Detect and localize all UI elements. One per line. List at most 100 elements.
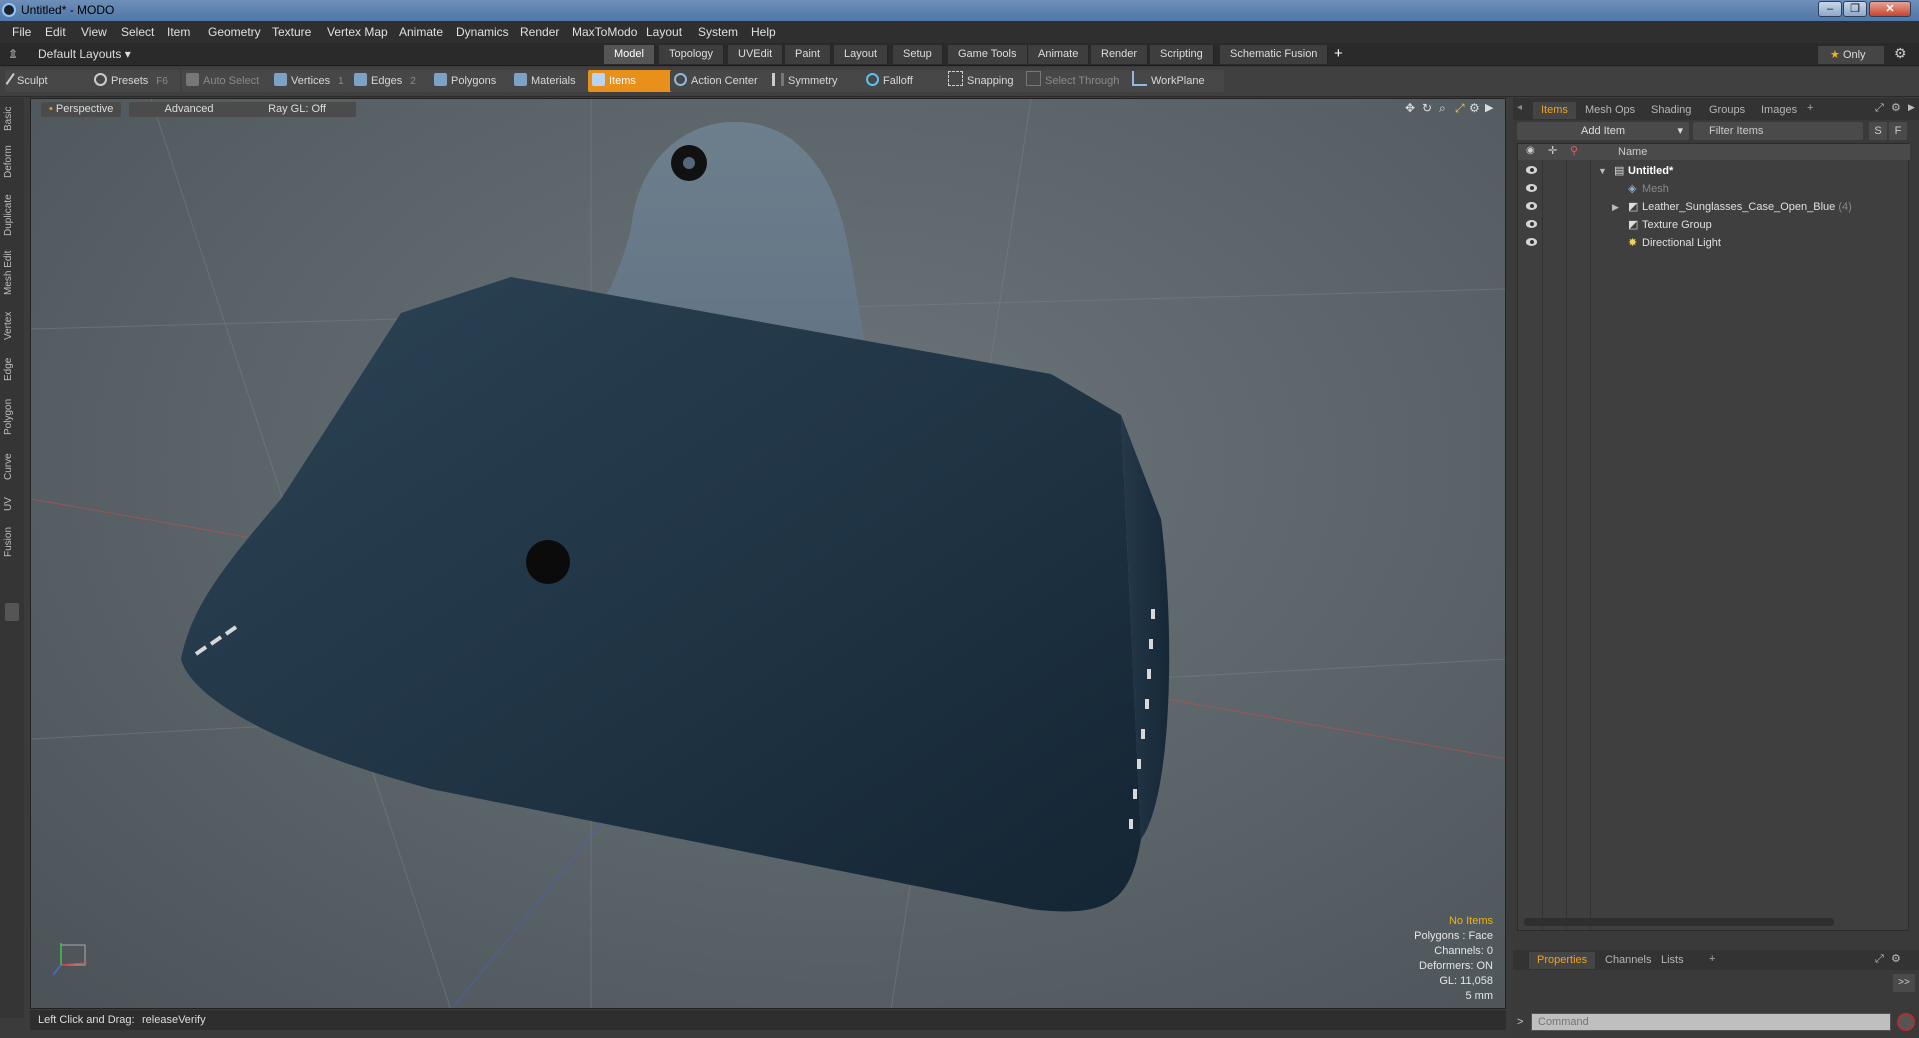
auto-select-button[interactable]: Auto Select	[182, 70, 276, 92]
tab-items[interactable]: Items	[1533, 102, 1576, 119]
add-panel-tab-button[interactable]: +	[1807, 102, 1813, 114]
tab-setup[interactable]: Setup	[893, 45, 943, 64]
menu-render[interactable]: Render	[520, 25, 559, 39]
tab-animate[interactable]: Animate	[1028, 45, 1090, 64]
minimize-button[interactable]: –	[1818, 1, 1842, 17]
name-column-header[interactable]: Name	[1618, 146, 1647, 158]
zoom-icon[interactable]: ⌕	[1439, 101, 1446, 116]
maximize-button[interactable]: ❐	[1843, 1, 1867, 17]
visibility-eye-icon[interactable]	[1526, 184, 1537, 192]
visibility-eye-icon[interactable]	[1526, 202, 1537, 210]
visibility-eye-icon[interactable]	[1526, 166, 1537, 174]
sculpt-button[interactable]: Sculpt	[5, 70, 95, 92]
materials-button[interactable]: Materials	[510, 70, 590, 92]
palette-toggle[interactable]	[5, 603, 19, 621]
panel-gear-icon[interactable]: ⚙	[1891, 101, 1901, 114]
filter-f-button[interactable]: F	[1889, 122, 1907, 140]
expand-arrow-icon[interactable]: ▶	[1612, 198, 1619, 216]
filter-items-input[interactable]: Filter Items	[1693, 122, 1863, 140]
tab-shading[interactable]: Shading	[1643, 102, 1699, 119]
tab-mesh-ops[interactable]: Mesh Ops	[1577, 102, 1643, 119]
vertices-button[interactable]: Vertices 1	[270, 70, 360, 92]
vtab-edge[interactable]: Edge	[3, 354, 20, 384]
tree-row-mesh[interactable]: ◈ Mesh	[1518, 180, 1918, 198]
polygons-button[interactable]: Polygons	[430, 70, 510, 92]
panel-arrow-icon[interactable]: ▶	[1908, 102, 1915, 113]
vtab-uv[interactable]: UV	[3, 494, 20, 514]
tab-game-tools[interactable]: Game Tools	[948, 45, 1028, 64]
panel-expand-icon[interactable]: ⤢	[1875, 102, 1884, 115]
tab-render[interactable]: Render	[1091, 45, 1149, 64]
raygl-toggle[interactable]: Ray GL: Off	[238, 102, 356, 117]
pan-icon[interactable]: ✥	[1405, 101, 1415, 115]
viewport-gear-icon[interactable]: ⚙	[1469, 101, 1480, 115]
add-properties-tab-button[interactable]: +	[1709, 953, 1715, 965]
horizontal-scrollbar[interactable]	[1524, 918, 1834, 926]
vtab-polygon[interactable]: Polygon	[3, 394, 20, 440]
collapse-arrow-icon[interactable]: ▼	[1598, 162, 1607, 180]
menu-select[interactable]: Select	[121, 25, 154, 39]
menu-vertex-map[interactable]: Vertex Map	[327, 25, 388, 39]
only-toggle[interactable]: ★ Only	[1818, 46, 1884, 64]
layout-switch-icon[interactable]: ⇭	[8, 47, 18, 61]
menu-dynamics[interactable]: Dynamics	[456, 25, 509, 39]
vtab-basic[interactable]: Basic	[3, 104, 20, 134]
tree-row-scene[interactable]: ▼ ▤ Untitled*	[1518, 162, 1918, 180]
select-through-button[interactable]: Select Through	[1022, 70, 1132, 92]
workplane-button[interactable]: WorkPlane	[1128, 70, 1224, 92]
edges-button[interactable]: Edges 2	[350, 70, 440, 92]
menu-layout[interactable]: Layout	[646, 25, 682, 39]
vtab-fusion[interactable]: Fusion	[3, 524, 20, 560]
tab-lists[interactable]: Lists	[1653, 952, 1692, 969]
maximize-view-icon[interactable]: ⤢	[1455, 101, 1465, 116]
view-mode-dropdown[interactable]: • Perspective	[41, 102, 122, 117]
tab-schematic-fusion[interactable]: Schematic Fusion	[1220, 45, 1329, 64]
tab-paint[interactable]: Paint	[785, 45, 832, 64]
menu-geometry[interactable]: Geometry	[208, 25, 261, 39]
presets-button[interactable]: Presets F6	[90, 70, 180, 92]
menu-maxtomodo[interactable]: MaxToModo	[572, 25, 637, 39]
tree-row-texture-group[interactable]: ◩ Texture Group	[1518, 216, 1918, 234]
menu-texture[interactable]: Texture	[272, 25, 311, 39]
vtab-duplicate[interactable]: Duplicate	[3, 192, 20, 238]
vtab-mesh-edit[interactable]: Mesh Edit	[3, 248, 20, 298]
properties-expand-icon[interactable]: ⤢	[1875, 953, 1884, 966]
visibility-eye-icon[interactable]	[1526, 238, 1537, 246]
menu-system[interactable]: System	[698, 25, 738, 39]
tree-row-leather-case[interactable]: ▶ ◩ Leather_Sunglasses_Case_Open_Blue (4…	[1518, 198, 1918, 216]
tab-uvedit[interactable]: UVEdit	[728, 45, 784, 64]
tab-channels[interactable]: Channels	[1597, 952, 1659, 969]
viewport-3d[interactable]: • Perspective Advanced Ray GL: Off ✥ ↻ ⌕…	[30, 98, 1506, 1009]
tab-scripting[interactable]: Scripting	[1150, 45, 1214, 64]
command-input[interactable]	[1531, 1013, 1891, 1031]
rotate-icon[interactable]: ↻	[1422, 101, 1432, 115]
tab-model[interactable]: Model	[604, 45, 655, 64]
tab-groups[interactable]: Groups	[1701, 102, 1753, 119]
default-layouts-dropdown[interactable]: Default Layouts ▾	[38, 47, 131, 61]
expand-button[interactable]: >>	[1893, 974, 1915, 992]
menu-animate[interactable]: Animate	[399, 25, 443, 39]
viewport-menu-arrow-icon[interactable]: ▶	[1485, 101, 1493, 114]
tab-images[interactable]: Images	[1753, 102, 1805, 119]
shading-dropdown[interactable]: Advanced	[129, 102, 249, 117]
symmetry-button[interactable]: Symmetry	[768, 70, 862, 92]
panel-menu-icon[interactable]: ◂	[1517, 102, 1522, 113]
tab-layout[interactable]: Layout	[834, 45, 889, 64]
menu-item[interactable]: Item	[167, 25, 190, 39]
tab-properties[interactable]: Properties	[1529, 952, 1596, 969]
gear-icon[interactable]: ⚙	[1894, 45, 1907, 62]
menu-help[interactable]: Help	[751, 25, 776, 39]
add-tab-button[interactable]: +	[1334, 45, 1343, 62]
visibility-eye-icon[interactable]	[1526, 220, 1537, 228]
vtab-deform[interactable]: Deform	[3, 142, 20, 182]
action-center-button[interactable]: Action Center	[670, 70, 772, 92]
record-icon[interactable]	[1897, 1013, 1915, 1031]
menu-edit[interactable]: Edit	[45, 25, 66, 39]
close-button[interactable]: ✕	[1869, 1, 1911, 17]
menu-file[interactable]: File	[12, 25, 31, 39]
tree-row-directional-light[interactable]: ✸ Directional Light	[1518, 234, 1918, 252]
falloff-button[interactable]: Falloff	[862, 70, 950, 92]
vtab-curve[interactable]: Curve	[3, 450, 20, 484]
menu-view[interactable]: View	[81, 25, 107, 39]
items-button[interactable]: Items	[588, 70, 674, 92]
